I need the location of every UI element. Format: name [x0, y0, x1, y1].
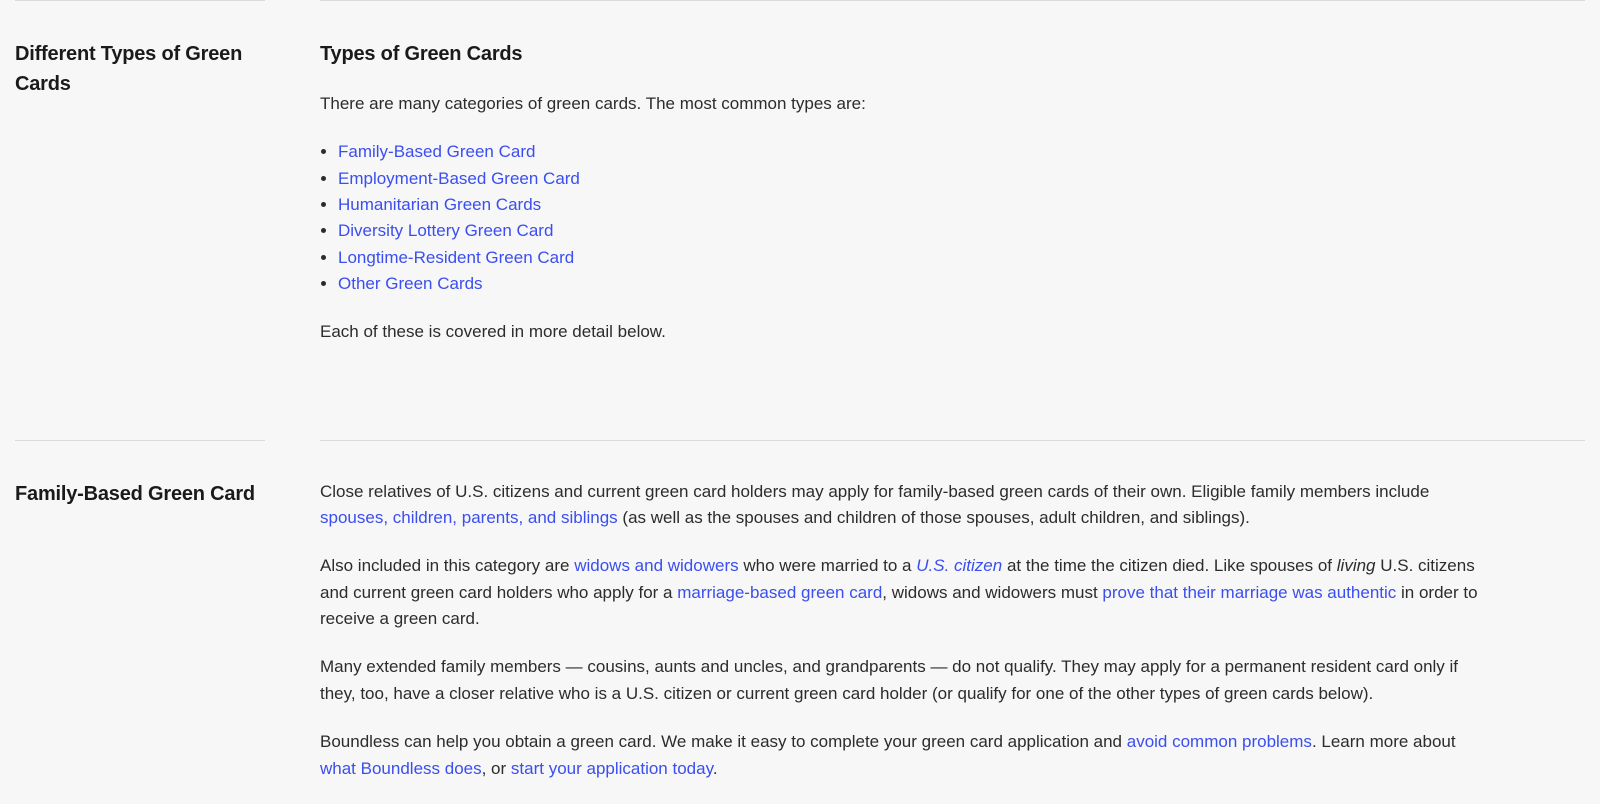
- text: Boundless can help you obtain a green ca…: [320, 732, 1127, 751]
- types-list: Family-Based Green Card Employment-Based…: [320, 139, 1485, 297]
- side-col: Different Types of Green Cards: [15, 0, 265, 99]
- list-item: Employment-Based Green Card: [338, 166, 1485, 192]
- link-humanitarian[interactable]: Humanitarian Green Cards: [338, 195, 541, 214]
- text: Also included in this category are: [320, 556, 574, 575]
- text: (as well as the spouses and children of …: [618, 508, 1250, 527]
- main-heading-types: Types of Green Cards: [320, 39, 1485, 69]
- em-us-citizen: U.S. citizen: [916, 556, 1002, 575]
- text: Close relatives of U.S. citizens and cur…: [320, 482, 1429, 501]
- types-section: Different Types of Green Cards Types of …: [15, 0, 1585, 368]
- family-para-4: Boundless can help you obtain a green ca…: [320, 729, 1485, 782]
- list-item: Diversity Lottery Green Card: [338, 218, 1485, 244]
- link-what-boundless-does[interactable]: what Boundless does: [320, 759, 482, 778]
- link-marriage-green-card[interactable]: marriage-based green card: [677, 583, 882, 602]
- link-prove-authentic[interactable]: prove that their marriage was authentic: [1102, 583, 1396, 602]
- main-col: Types of Green Cards There are many cate…: [320, 0, 1585, 368]
- link-us-citizen[interactable]: U.S. citizen: [916, 556, 1002, 575]
- link-widows[interactable]: widows and widowers: [574, 556, 738, 575]
- link-other[interactable]: Other Green Cards: [338, 274, 483, 293]
- side-heading-family: Family-Based Green Card: [15, 479, 265, 509]
- text: .: [713, 759, 718, 778]
- link-family-based[interactable]: Family-Based Green Card: [338, 142, 535, 161]
- text: at the time the citizen died. Like spous…: [1002, 556, 1337, 575]
- text: who were married to a: [739, 556, 917, 575]
- list-item: Humanitarian Green Cards: [338, 192, 1485, 218]
- family-para-3: Many extended family members — cousins, …: [320, 654, 1485, 707]
- list-item: Family-Based Green Card: [338, 139, 1485, 165]
- types-outro: Each of these is covered in more detail …: [320, 319, 1485, 345]
- list-item: Other Green Cards: [338, 271, 1485, 297]
- link-start-application[interactable]: start your application today: [511, 759, 713, 778]
- text: , or: [482, 759, 511, 778]
- list-item: Longtime-Resident Green Card: [338, 245, 1485, 271]
- side-col: Family-Based Green Card: [15, 440, 265, 509]
- link-employment-based[interactable]: Employment-Based Green Card: [338, 169, 580, 188]
- family-para-1: Close relatives of U.S. citizens and cur…: [320, 479, 1485, 532]
- types-intro: There are many categories of green cards…: [320, 91, 1485, 117]
- em-living: living: [1337, 556, 1376, 575]
- text: , widows and widowers must: [882, 583, 1102, 602]
- side-heading-types: Different Types of Green Cards: [15, 39, 265, 99]
- link-diversity-lottery[interactable]: Diversity Lottery Green Card: [338, 221, 553, 240]
- link-relatives[interactable]: spouses, children, parents, and siblings: [320, 508, 618, 527]
- link-longtime-resident[interactable]: Longtime-Resident Green Card: [338, 248, 574, 267]
- family-para-2: Also included in this category are widow…: [320, 553, 1485, 632]
- text: . Learn more about: [1312, 732, 1456, 751]
- family-section: Family-Based Green Card Close relatives …: [15, 440, 1585, 804]
- main-col: Close relatives of U.S. citizens and cur…: [320, 440, 1585, 804]
- link-avoid-problems[interactable]: avoid common problems: [1127, 732, 1312, 751]
